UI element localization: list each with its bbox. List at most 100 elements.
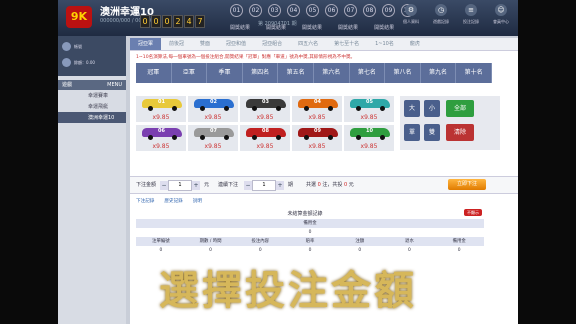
amount-unit: 元 — [204, 182, 210, 188]
clear-button[interactable]: 清除 — [446, 124, 474, 141]
wheel-icon — [380, 106, 385, 111]
history-button[interactable]: ◷ 遊戲記錄 — [430, 4, 452, 25]
car-bet-option[interactable]: 03 x9.85 — [240, 96, 290, 122]
header: 9K 澳洲幸運10 000000/000 / 0000000 0 0 0 2 4… — [58, 0, 518, 36]
result-ball: 04 — [287, 4, 300, 17]
plus-button[interactable]: + — [276, 181, 284, 190]
even-button[interactable]: 雙 — [424, 124, 440, 141]
rank-header[interactable]: 季軍 — [207, 63, 243, 83]
logo: 9K — [66, 6, 92, 28]
rank-header[interactable]: 第八名 — [385, 63, 421, 83]
sidebar-item-airship[interactable]: 幸運飛艇 — [58, 101, 126, 112]
rank-header[interactable]: 亞軍 — [171, 63, 208, 83]
car-odds: x9.85 — [256, 114, 274, 121]
countdown-timer: 0 0 0 2 4 7 — [140, 15, 205, 28]
rank-header[interactable]: 第十名 — [456, 63, 492, 83]
rank-header[interactable]: 第六名 — [313, 63, 350, 83]
rank-header[interactable]: 冠軍 — [136, 63, 172, 83]
bet-summary: 共選 0 注，共投 0 元 — [306, 182, 354, 188]
wheel-icon — [380, 135, 385, 140]
hide-record-button[interactable]: 不顯示 — [464, 209, 482, 216]
wheel-icon — [356, 106, 361, 111]
result-ball: 06 — [325, 4, 338, 17]
rank-header[interactable]: 第四名 — [242, 63, 279, 83]
rank-header[interactable]: 第五名 — [278, 63, 314, 83]
record-link[interactable]: 說明 — [193, 198, 202, 204]
record-links: 下注記錄 歷史記錄 說明 — [136, 198, 202, 204]
car-bet-option[interactable]: 05 x9.85 — [344, 96, 394, 122]
result-ball: 07 — [344, 4, 357, 17]
wheel-icon — [200, 135, 205, 140]
bet-type-tabs: 冠亞軍 前後冠 雙面 冠亞和值 冠亞組合 四五六名 第七至十名 1~10名 龍虎 — [130, 38, 518, 51]
countdown-digit: 0 — [162, 15, 172, 28]
balance-label: 餘額：0.00 — [74, 59, 95, 65]
record-title: 未結算金額記錄 — [287, 211, 323, 217]
user-icon — [62, 42, 71, 51]
record-link[interactable]: 歷史記錄 — [164, 198, 182, 204]
odd-button[interactable]: 單 — [404, 124, 420, 141]
car-bet-option[interactable]: 09 x9.85 — [292, 125, 342, 151]
car-number: 01 — [158, 99, 165, 105]
car-number: 08 — [262, 128, 269, 134]
result-ball: 03 — [268, 4, 281, 17]
wheel-icon — [172, 135, 177, 140]
car-bet-option[interactable]: 10 x9.85 — [344, 125, 394, 151]
result-balls: 01 02 03 04 05 06 07 08 09 10 — [230, 4, 414, 17]
chase-stepper: − 1 + — [244, 180, 284, 191]
video-caption: 選擇投注金額 — [159, 268, 417, 314]
rank-header[interactable]: 第九名 — [420, 63, 457, 83]
tab[interactable]: 龍虎 — [402, 38, 428, 50]
tab[interactable]: 第七至十名 — [326, 38, 367, 50]
user-icon: ☺ — [495, 4, 507, 16]
car-number: 05 — [366, 99, 373, 105]
wheel-icon — [328, 106, 333, 111]
car-bet-option[interactable]: 02 x9.85 — [188, 96, 238, 122]
car-bet-option[interactable]: 01 x9.85 — [136, 96, 186, 122]
records-button[interactable]: ≡ 投注記錄 — [460, 4, 482, 25]
tab[interactable]: 冠亞和值 — [218, 38, 254, 50]
bet-amount-input[interactable]: 1 — [168, 180, 192, 191]
big-button[interactable]: 大 — [404, 100, 420, 117]
settings-button[interactable]: ⚙ 個人資料 — [400, 4, 422, 25]
sidebar-item-racing[interactable]: 幸運賽車 — [58, 90, 126, 101]
header-link[interactable]: 開獎結果 — [302, 24, 322, 31]
select-all-button[interactable]: 全部 — [446, 100, 474, 117]
minus-button[interactable]: − — [160, 181, 168, 190]
header-link[interactable]: 開獎結果 — [338, 24, 358, 31]
member-button[interactable]: ☺ 會員中心 — [490, 4, 512, 25]
car-odds: x9.85 — [308, 143, 326, 150]
wheel-icon — [148, 106, 153, 111]
result-ball: 05 — [306, 4, 319, 17]
tab[interactable]: 冠亞組合 — [254, 38, 290, 50]
rank-header[interactable]: 第七名 — [349, 63, 386, 83]
wheel-icon — [276, 135, 281, 140]
tab[interactable]: 前後冠 — [161, 38, 192, 50]
tab[interactable]: 四五六名 — [290, 38, 326, 50]
table-row: 備用金 — [136, 219, 484, 228]
car-bet-option[interactable]: 07 x9.85 — [188, 125, 238, 151]
minus-button[interactable]: − — [244, 181, 252, 190]
car-number: 02 — [210, 99, 217, 105]
bet-amount-stepper: − 1 + — [160, 180, 200, 191]
car-odds: x9.85 — [360, 114, 378, 121]
sidebar-item-aus10[interactable]: 澳洲幸運10 — [58, 112, 126, 123]
tab[interactable]: 冠亞軍 — [130, 38, 162, 50]
tab[interactable]: 1~10名 — [367, 38, 402, 50]
record-table: 備用金 0 注單編號 期數 / 時間 投注內容 賠率 注額 退水 備用金 0 0… — [136, 219, 484, 255]
tab[interactable]: 雙面 — [192, 38, 218, 50]
header-link[interactable]: 開獎結果 — [230, 24, 250, 31]
bet-amount-label: 下注金額 — [136, 182, 157, 188]
rule-text: 1~10名演算法,每一個車號為一個投注組合,開獎結果「冠軍」對應「車道」號為中獎… — [136, 55, 356, 60]
car-bet-option[interactable]: 06 x9.85 — [136, 125, 186, 151]
header-link[interactable]: 開獎結果 — [266, 24, 286, 31]
car-bet-option[interactable]: 04 x9.85 — [292, 96, 342, 122]
chase-input[interactable]: 1 — [252, 180, 276, 191]
wheel-icon — [356, 135, 361, 140]
rank-header-row: 冠軍 亞軍 季軍 第四名 第五名 第六名 第七名 第八名 第九名 第十名 — [136, 63, 492, 83]
submit-bet-button[interactable]: 立即下注 — [448, 179, 486, 190]
record-link[interactable]: 下注記錄 — [136, 198, 154, 204]
header-link[interactable]: 開獎結果 — [374, 24, 394, 31]
small-button[interactable]: 小 — [424, 100, 440, 117]
plus-button[interactable]: + — [192, 181, 200, 190]
car-bet-option[interactable]: 08 x9.85 — [240, 125, 290, 151]
